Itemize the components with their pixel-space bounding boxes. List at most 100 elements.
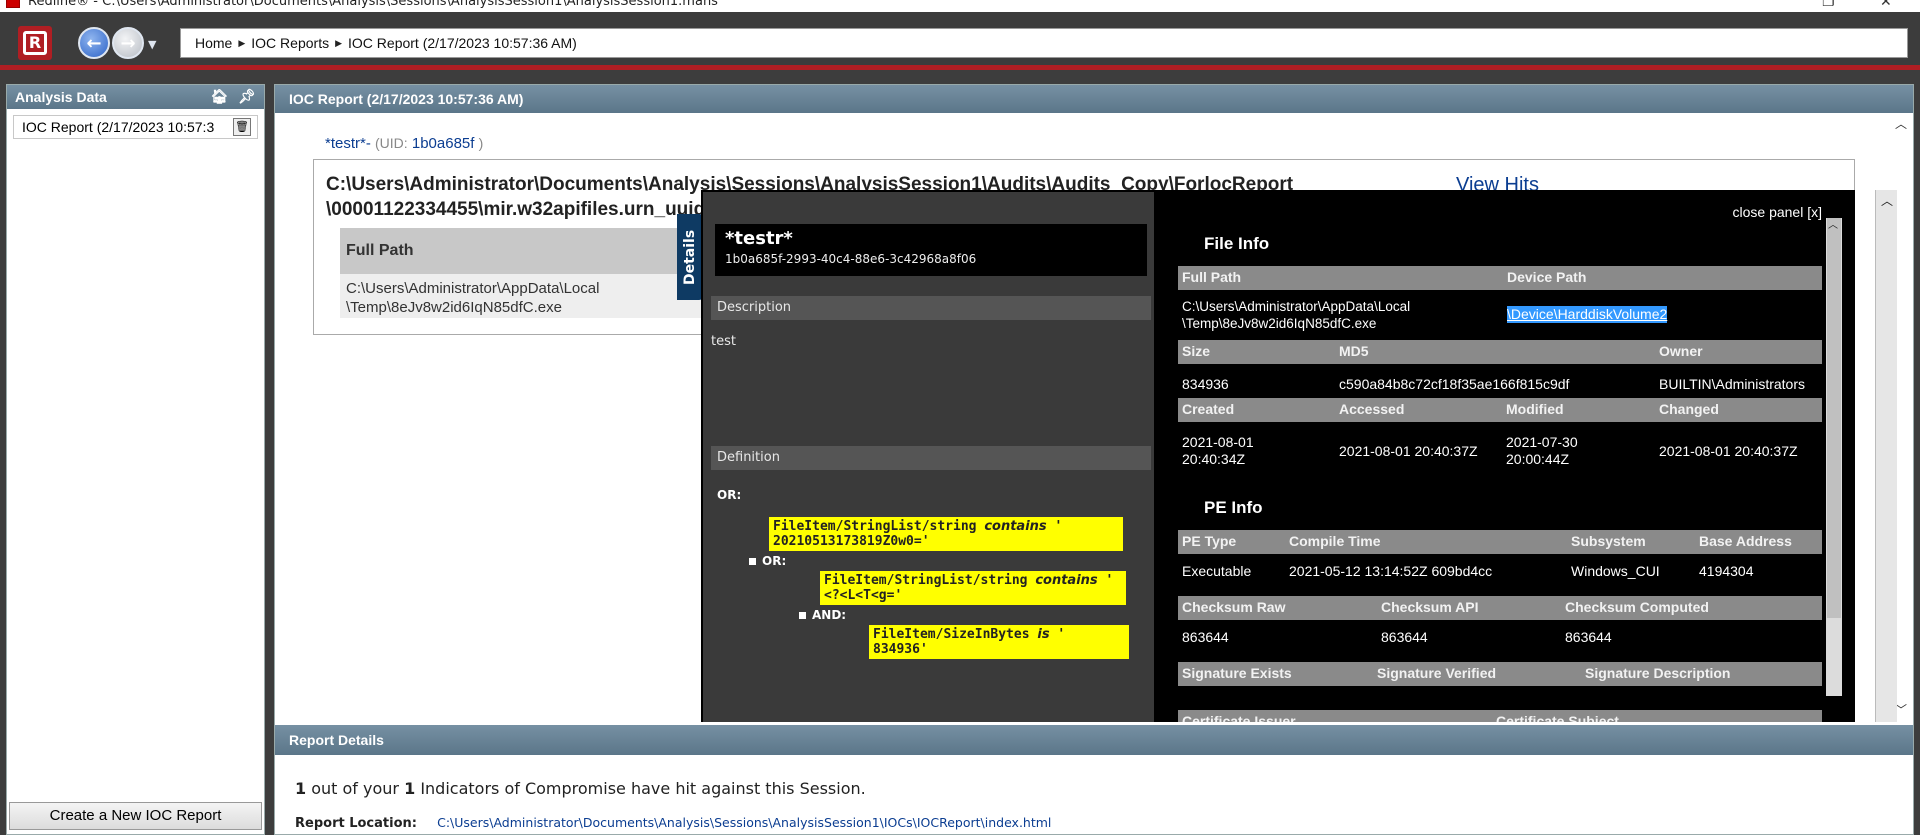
breadcrumb-home[interactable]: Home <box>195 35 232 51</box>
breadcrumb-current-report[interactable]: IOC Report (2/17/2023 10:57:36 AM) <box>348 35 577 51</box>
logic-or-root: OR: <box>717 488 742 502</box>
breadcrumb: Home ▶ IOC Reports ▶ IOC Report (2/17/20… <box>180 28 1908 58</box>
report-location-label: Report Location: <box>295 816 417 831</box>
indicator-name-link[interactable]: *testr*- <box>325 135 371 152</box>
device-path-value[interactable]: \Device\HarddiskVolume2 <box>1507 306 1668 323</box>
full-path-value-line2: \Temp\8eJv8w2id6IqN85dfC.exe <box>1182 316 1377 331</box>
pe-type-value: Executable <box>1182 563 1252 579</box>
certificate-header-row: Certificate Issuer Certificate Subject <box>1178 710 1822 722</box>
checksum-header-row: Checksum Raw Checksum API Checksum Compu… <box>1178 596 1822 620</box>
full-path-value: C:\Users\Administrator\AppData\Local \Te… <box>1182 298 1410 332</box>
indicator-total: 1 <box>404 779 416 798</box>
details-scrollbar-thumb[interactable] <box>1827 218 1841 618</box>
term-operator: contains <box>984 519 1047 534</box>
forward-arrow-icon[interactable]: → <box>112 27 144 59</box>
scroll-up-icon[interactable]: ︿ <box>1895 115 1907 132</box>
md5-value: c590a84b8c72cf18f35ae166f815c9df <box>1339 376 1570 392</box>
analysis-data-title: Analysis Data <box>15 89 107 105</box>
scroll-up-icon[interactable]: ︿ <box>1828 216 1838 231</box>
indicator-title-box: *testr* 1b0a685f-2993-40c4-88e6-3c42968a… <box>715 224 1147 276</box>
modified-date: 2021-07-30 <box>1506 434 1578 450</box>
subsystem-header: Subsystem <box>1571 533 1646 549</box>
hit-count: 1 <box>295 779 307 798</box>
outer-scrollbar[interactable]: ︿ <box>1875 190 1897 722</box>
pe-header-row: PE Type Compile Time Subsystem Base Addr… <box>1178 530 1822 554</box>
breadcrumb-separator-icon: ▶ <box>335 37 343 48</box>
changed-header: Changed <box>1659 401 1719 417</box>
accessed-value: 2021-08-01 20:40:37Z <box>1339 443 1478 459</box>
analysis-data-pane: Analysis Data 🏠︎ 📌︎ IOC Report (2/17/202… <box>6 84 265 835</box>
report-list-item[interactable]: IOC Report (2/17/2023 10:57:3 🗑︎ <box>13 115 258 139</box>
modified-time: 20:00:44Z <box>1506 451 1570 467</box>
modified-value: 2021-07-30 20:00:44Z <box>1506 434 1578 468</box>
checksum-computed-value: 863644 <box>1565 629 1612 645</box>
toolbar-accent-bar <box>0 65 1920 70</box>
details-tab[interactable]: Details <box>677 214 703 300</box>
full-path-value-line1: C:\Users\Administrator\AppData\Local <box>1182 299 1411 314</box>
checksum-raw-header: Checksum Raw <box>1182 599 1286 615</box>
report-list-item-label: IOC Report (2/17/2023 10:57:3 <box>22 119 215 135</box>
base-address-value: 4194304 <box>1699 563 1754 579</box>
analysis-data-header: Analysis Data 🏠︎ 📌︎ <box>7 85 264 109</box>
full-path-cell-line1: C:\Users\Administrator\AppData\Local <box>346 280 600 297</box>
compile-time-header: Compile Time <box>1289 533 1381 549</box>
term-field: FileItem/StringList/string <box>773 519 985 534</box>
close-panel-button[interactable]: close panel [x] <box>1733 204 1823 220</box>
breadcrumb-ioc-reports[interactable]: IOC Reports <box>251 35 329 51</box>
file-info-value-row: C:\Users\Administrator\AppData\Local \Te… <box>1178 298 1822 336</box>
home-icon[interactable]: 🏠︎ <box>211 88 229 104</box>
created-header: Created <box>1182 401 1235 417</box>
back-arrow-icon[interactable]: ← <box>78 27 110 59</box>
summary-mid: out of your <box>306 779 405 798</box>
changed-value: 2021-08-01 20:40:37Z <box>1659 443 1798 459</box>
create-ioc-report-button[interactable]: Create a New IOC Report <box>9 802 262 830</box>
size-header-row: Size MD5 Owner <box>1178 340 1822 364</box>
full-path-cell-line2: \Temp\8eJv8w2id6IqN85dfC.exe <box>346 299 562 316</box>
ioc-report-title: IOC Report (2/17/2023 10:57:36 AM) <box>275 85 1913 113</box>
term-field: FileItem/SizeInBytes <box>873 627 1038 642</box>
created-date: 2021-08-01 <box>1182 434 1254 450</box>
uid-close: ) <box>478 135 484 151</box>
toolbar: R ← → ▼ Home ▶ IOC Reports ▶ IOC Report … <box>0 12 1920 70</box>
app-icon <box>6 0 20 8</box>
restore-icon[interactable]: ❐ <box>1822 0 1835 10</box>
modified-header: Modified <box>1506 401 1564 417</box>
details-panel: *testr* 1b0a685f-2993-40c4-88e6-3c42968a… <box>701 190 1855 722</box>
device-path-header: Device Path <box>1507 269 1587 285</box>
redline-logo-icon[interactable]: R <box>18 26 52 60</box>
checksum-api-header: Checksum API <box>1381 599 1479 615</box>
indicator-details: *testr* 1b0a685f-2993-40c4-88e6-3c42968a… <box>703 192 1154 722</box>
file-info-heading: File Info <box>1204 234 1270 253</box>
created-value: 2021-08-01 20:40:34Z <box>1182 434 1254 468</box>
subsystem-value: Windows_CUI <box>1571 563 1660 579</box>
window-title: Redline® - C:\Users\Administrator\Docume… <box>28 0 718 9</box>
md5-header: MD5 <box>1339 343 1369 359</box>
logic-and-label: AND: <box>812 608 847 622</box>
term-operator: contains <box>1035 573 1098 588</box>
report-location-row: Report Location: C:\Users\Administrator\… <box>295 815 1051 831</box>
term-value: 834936' <box>873 642 928 657</box>
term-value: 20210513173819Z0w0=' <box>773 534 930 549</box>
report-location-link[interactable]: C:\Users\Administrator\Documents\Analysi… <box>437 815 1051 830</box>
size-value: 834936 <box>1182 376 1229 392</box>
timestamps-value-row: 2021-08-01 20:40:34Z 2021-08-01 20:40:37Z… <box>1178 434 1822 472</box>
scroll-up-icon[interactable]: ︿ <box>1881 192 1893 209</box>
delete-trash-icon[interactable]: 🗑︎ <box>233 118 251 136</box>
history-dropdown-icon[interactable]: ▼ <box>148 38 156 51</box>
pin-icon[interactable]: 📌︎ <box>238 88 256 104</box>
window-titlebar: Redline® - C:\Users\Administrator\Docume… <box>0 0 1920 12</box>
close-window-icon[interactable]: ✕ <box>1880 0 1892 10</box>
indicator-term: FileItem/StringList/string contains ' 202… <box>769 517 1123 551</box>
checksum-computed-header: Checksum Computed <box>1565 599 1709 615</box>
summary-end: Indicators of Compromise have hit agains… <box>415 779 866 798</box>
description-header: Description <box>711 296 1151 320</box>
indicator-title: *testr* <box>725 228 793 249</box>
base-address-header: Base Address <box>1699 533 1792 549</box>
checksum-raw-value: 863644 <box>1182 629 1229 645</box>
certificate-issuer-header: Certificate Issuer <box>1182 713 1296 722</box>
file-details: close panel [x] ︿ File Info Full Path De… <box>1154 190 1854 722</box>
created-time: 20:40:34Z <box>1182 451 1246 467</box>
owner-value: BUILTIN\Administrators <box>1659 376 1805 392</box>
uid-value: 1b0a685f <box>411 135 475 152</box>
details-scrollbar[interactable]: ︿ <box>1826 218 1842 696</box>
